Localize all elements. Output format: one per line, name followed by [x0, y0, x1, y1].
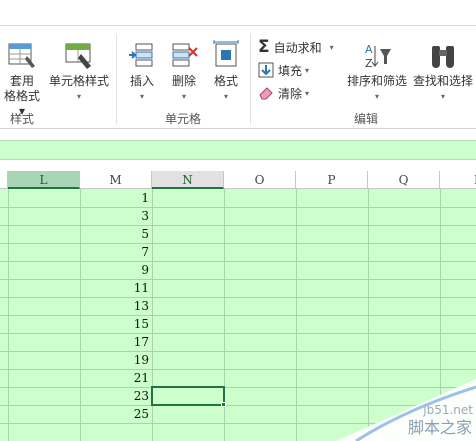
find-select-dropdown-arrow: ▾ [440, 92, 445, 101]
delete-cells-icon [172, 43, 198, 67]
svg-text:A: A [365, 43, 373, 56]
fill-label: 填充 [278, 63, 303, 78]
fill-dropdown-arrow: ▾ [305, 65, 310, 75]
delete-cells-button[interactable]: 删除 ▾ [164, 40, 204, 104]
ribbon: 套用 格格式 ▾ 单元格样式 ▾ 样式 插入 ▾ 删除 ▾ 格式 ▾ 单元格 Σ… [0, 0, 476, 128]
clear-button[interactable]: 清除 ▾ [258, 84, 309, 102]
sort-filter-label: 排序和筛选 [346, 74, 407, 88]
clear-label: 清除 [278, 86, 303, 101]
cell-m9[interactable]: 17 [81, 333, 151, 351]
gridline [0, 333, 476, 334]
delete-cells-label: 删除 [171, 74, 196, 88]
gridline [0, 225, 476, 226]
fill-down-icon [258, 62, 274, 78]
cell-styles-icon [65, 43, 91, 69]
format-cells-icon [213, 40, 239, 67]
cell-m10[interactable]: 19 [81, 351, 151, 369]
cell-m11[interactable]: 21 [81, 369, 151, 387]
find-select-button[interactable]: 查找和选择 ▾ [410, 40, 476, 104]
cell-m12[interactable]: 23 [81, 387, 151, 405]
insert-cells-button[interactable]: 插入 ▾ [122, 40, 162, 104]
cell-m1[interactable]: 1 [81, 189, 151, 207]
autosum-button[interactable]: Σ 自动求和 ▾ [258, 37, 334, 57]
svg-text:Z: Z [365, 57, 373, 70]
gridline [0, 279, 476, 280]
row-header-corner[interactable] [0, 171, 8, 189]
cell-styles-label: 单元格样式 [48, 74, 109, 88]
format-as-table-button[interactable]: 套用 格格式 ▾ [0, 40, 44, 119]
gridline [0, 261, 476, 262]
cell-m8[interactable]: 15 [81, 315, 151, 333]
cell-m7[interactable]: 13 [81, 297, 151, 315]
column-header-r[interactable]: R [440, 171, 476, 189]
insert-cells-label: 插入 [129, 74, 154, 88]
gridline [0, 369, 476, 370]
clear-dropdown-arrow: ▾ [305, 88, 310, 98]
cell-m4[interactable]: 7 [81, 243, 151, 261]
formula-bar-gap [0, 160, 476, 171]
cell-m13[interactable]: 25 [81, 405, 151, 423]
watermark: jb51.net 脚本之家 [336, 379, 476, 441]
format-dropdown-arrow: ▾ [223, 92, 228, 101]
gridline [0, 207, 476, 208]
cell-m2[interactable]: 3 [81, 207, 151, 225]
gridline [0, 315, 476, 316]
delete-dropdown-arrow: ▾ [181, 92, 186, 101]
ribbon-bottom-border [0, 128, 476, 140]
gridline [0, 297, 476, 298]
column-header-n[interactable]: N [152, 171, 224, 189]
autosum-dropdown-arrow: ▾ [329, 42, 334, 52]
cell-styles-button[interactable]: 单元格样式 ▾ [47, 40, 111, 104]
styles-group-label: 样式 [10, 112, 35, 126]
format-cells-button[interactable]: 格式 ▾ [206, 40, 246, 104]
cell-styles-dropdown-arrow: ▾ [76, 92, 81, 101]
gridline [0, 243, 476, 244]
formula-bar[interactable] [0, 140, 476, 160]
table-format-icon [8, 43, 35, 68]
sort-filter-dropdown-arrow: ▾ [374, 92, 379, 101]
group-separator [250, 34, 251, 124]
format-cells-label: 格式 [213, 74, 238, 88]
binoculars-icon [432, 46, 454, 68]
cell-m3[interactable]: 5 [81, 225, 151, 243]
format-as-table-label-1: 套用 [9, 74, 34, 88]
cell-m5[interactable]: 9 [81, 261, 151, 279]
column-header-o[interactable]: O [224, 171, 296, 189]
cell-m6[interactable]: 11 [81, 279, 151, 297]
column-header-l[interactable]: L [8, 171, 80, 189]
insert-cells-icon [129, 43, 153, 67]
insert-dropdown-arrow: ▾ [139, 92, 144, 101]
column-header-q[interactable]: Q [368, 171, 440, 189]
sigma-icon: Σ [258, 37, 270, 57]
group-separator [116, 34, 117, 124]
sort-filter-icon: A Z [365, 43, 391, 70]
ribbon-tab-divider [0, 25, 476, 26]
autosum-label: 自动求和 [273, 40, 322, 55]
cells-group-label: 单元格 [165, 112, 202, 126]
gridline [0, 351, 476, 352]
column-header-p[interactable]: P [296, 171, 368, 189]
find-select-label: 查找和选择 [412, 74, 473, 88]
fill-button[interactable]: 填充 ▾ [258, 61, 309, 79]
column-header-m[interactable]: M [80, 171, 152, 189]
editing-group-label: 编辑 [354, 112, 379, 126]
fill-handle[interactable] [221, 402, 226, 407]
active-cell-selection[interactable] [151, 386, 225, 406]
eraser-icon [259, 87, 273, 100]
watermark-site-name: 脚本之家 [407, 418, 472, 437]
sort-filter-button[interactable]: A Z 排序和筛选 ▾ [344, 40, 410, 104]
